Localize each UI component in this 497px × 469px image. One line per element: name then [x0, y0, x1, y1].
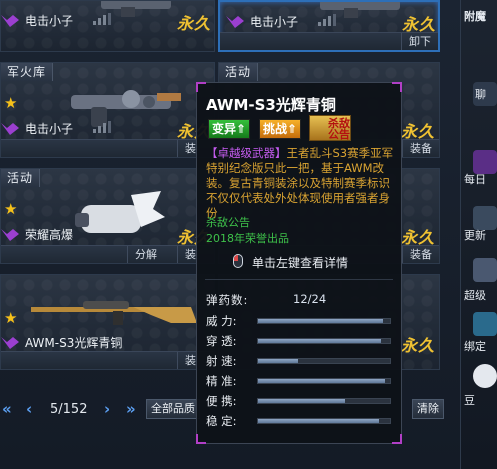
- weapon-card[interactable]: 活动 ★ 荣耀高爆 永久 分解 装: [0, 168, 215, 264]
- weapon-name: 电击小子: [25, 14, 74, 28]
- disassemble-button[interactable]: 分解: [127, 246, 164, 263]
- weapon-name: 电击小子: [25, 122, 74, 136]
- side-item-chat[interactable]: 聊: [475, 86, 497, 102]
- side-item-update[interactable]: 更新: [464, 227, 497, 243]
- mouse-icon: [233, 254, 243, 268]
- clear-button[interactable]: 清除: [412, 399, 444, 419]
- phone-icon: [473, 312, 497, 336]
- challenge-badge: 挑战⇑: [259, 119, 302, 139]
- unequip-button[interactable]: 卸下: [401, 33, 438, 50]
- side-item-super[interactable]: 超级: [464, 287, 497, 303]
- stat-bar: [257, 398, 391, 404]
- weapon-name: 荣耀高爆: [25, 228, 74, 242]
- stat-bar: [257, 378, 391, 384]
- rank-emblem-icon: [226, 16, 244, 28]
- star-icon: ★: [4, 200, 18, 218]
- card-action-bar: 装: [1, 139, 214, 157]
- rank-emblem-icon: [1, 229, 19, 241]
- first-page-button[interactable]: «: [2, 400, 12, 418]
- weapon-grade-tag: 【卓越级武器】: [206, 146, 287, 160]
- card-action-bar: 分解 装: [1, 245, 214, 263]
- card-action-bar: 装: [1, 351, 214, 369]
- side-item-dou[interactable]: 豆: [464, 392, 497, 408]
- stat-bar: [257, 338, 391, 344]
- stat-bar: [257, 318, 391, 324]
- weapon-card[interactable]: 电击小子 永久: [0, 0, 215, 52]
- star-icon: ★: [4, 309, 18, 327]
- level-bars-icon: [93, 13, 111, 25]
- stat-label: 稳 定:: [206, 414, 237, 428]
- card-tag: 军火库: [1, 63, 54, 81]
- stat-bar-fill: [258, 419, 380, 423]
- mascot-icon: [473, 364, 497, 388]
- rank-emblem-icon: [1, 15, 19, 27]
- weapon-tooltip: AWM-S3光辉青铜 变异⇑ 挑战⇑ 杀敌公告 【卓越级武器】王者乱斗S3赛季亚…: [196, 82, 402, 444]
- user-icon: [473, 258, 497, 282]
- equip-button[interactable]: 装备: [402, 140, 439, 157]
- card-tag: 活动: [219, 63, 259, 81]
- side-item-daily[interactable]: 每日: [464, 171, 497, 187]
- ammo-label: 弹药数:: [206, 293, 249, 307]
- card-action-bar: 卸下: [220, 32, 438, 50]
- kill-notice-note: 杀敌公告: [206, 216, 250, 229]
- stat-label: 便 携:: [206, 394, 237, 408]
- last-page-button[interactable]: »: [126, 400, 136, 418]
- weapon-image: [31, 301, 197, 325]
- stat-label: 威 力:: [206, 314, 237, 328]
- equip-button[interactable]: 装备: [402, 246, 439, 263]
- weapon-name: 电击小子: [250, 15, 299, 29]
- level-bars-icon: [93, 121, 111, 133]
- stat-bar: [257, 418, 391, 424]
- weapon-image: [71, 90, 181, 127]
- card-tag: 活动: [1, 169, 41, 187]
- weapon-card[interactable]: ★ AWM-S3光辉青铜 装: [0, 274, 215, 370]
- permanent-label: 永久: [401, 336, 436, 355]
- honor-release-note: 2018年荣誉出品: [206, 232, 289, 245]
- kill-notice-badge: 杀敌公告: [309, 115, 351, 141]
- click-hint: 单击左键查看详情: [252, 256, 349, 270]
- stat-bar-fill: [258, 399, 346, 403]
- prev-page-button[interactable]: ‹: [26, 400, 32, 418]
- permanent-label: 永久: [177, 14, 212, 33]
- weapon-card[interactable]: 军火库 ★ 电击小子 永久 装: [0, 62, 215, 158]
- tooltip-description: 【卓越级武器】王者乱斗S3赛季亚军特别纪念版只此一把，基于AWM改装。复古青铜装…: [206, 146, 396, 221]
- side-panel: 附魔 聊 每日 更新 超级 绑定 豆: [460, 0, 497, 469]
- enchant-tab[interactable]: 附魔: [464, 8, 497, 24]
- stat-bar-fill: [258, 319, 384, 323]
- weapon-image: [75, 191, 165, 233]
- quality-filter-dropdown[interactable]: 全部品质: [146, 399, 200, 419]
- side-item-bind[interactable]: 绑定: [464, 338, 497, 354]
- weapon-name: AWM-S3光辉青铜: [25, 336, 123, 350]
- weapon-card-selected[interactable]: 电击小子 永久 卸下: [218, 0, 440, 52]
- level-bars-icon: [318, 14, 336, 26]
- mutation-badge: 变异⇑: [208, 119, 251, 139]
- rank-emblem-icon: [1, 123, 19, 135]
- stat-bar: [257, 358, 391, 364]
- star-icon: ★: [4, 94, 18, 112]
- stat-label: 穿 透:: [206, 334, 237, 348]
- ammo-value: 12/24: [293, 292, 327, 306]
- rank-emblem-icon: [1, 337, 19, 349]
- next-page-button[interactable]: ›: [104, 400, 110, 418]
- stat-label: 射 速:: [206, 354, 237, 368]
- stat-bar-fill: [258, 379, 385, 383]
- divider: [205, 279, 393, 280]
- stat-label: 精 准:: [206, 374, 237, 388]
- tooltip-title: AWM-S3光辉青铜: [206, 96, 336, 114]
- page-indicator: 5/152: [50, 402, 88, 417]
- stat-bar-fill: [258, 339, 381, 343]
- stat-bar-fill: [258, 359, 298, 363]
